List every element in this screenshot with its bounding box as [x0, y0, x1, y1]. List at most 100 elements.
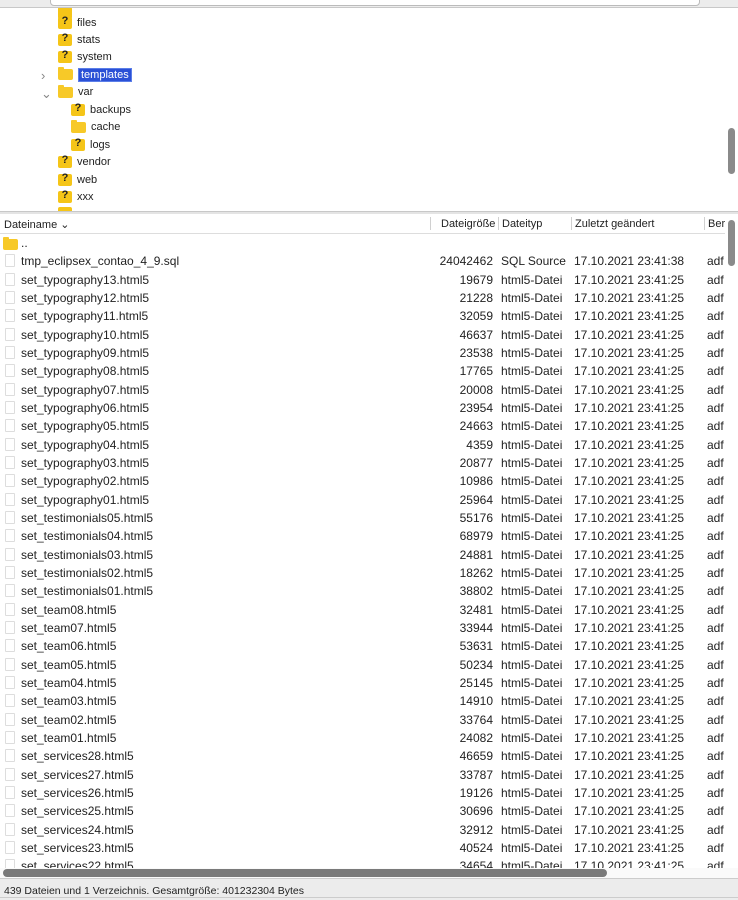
file-type: html5-Datei	[501, 822, 563, 837]
file-own: adf	[707, 382, 724, 397]
tree-item-web[interactable]: web	[58, 171, 97, 188]
file-row[interactable]: set_typography11.html5 32059 html5-Datei 17…	[0, 307, 725, 325]
file-date: 17.10.2021 23:41:25	[574, 657, 685, 672]
file-row[interactable]: set_testimonials04.html5 68979 html5-Datei…	[0, 527, 725, 545]
remote-path-input[interactable]	[50, 0, 700, 6]
file-row[interactable]: set_services22.html5 34654 html5-Datei 17.1…	[0, 857, 725, 868]
file-row[interactable]: set_testimonials01.html5 38802 html5-Datei…	[0, 582, 725, 600]
column-divider[interactable]	[704, 217, 705, 230]
file-row[interactable]: set_team07.html5 33944 html5-Datei 17.10.20…	[0, 619, 725, 637]
tree-item-templates[interactable]: templates	[58, 66, 132, 83]
file-row[interactable]: set_services27.html5 33787 html5-Datei 17.1…	[0, 766, 725, 784]
file-name: set_typography04.html5	[21, 437, 150, 452]
file-row[interactable]: set_services24.html5 32912 html5-Datei 17.1…	[0, 821, 725, 839]
file-row[interactable]: set_testimonials03.html5 24881 html5-Datei…	[0, 546, 725, 564]
file-date: 17.10.2021 23:41:25	[574, 290, 685, 305]
file-date: 17.10.2021 23:41:25	[574, 804, 685, 819]
file-row[interactable]: set_typography04.html5 4359 html5-Datei 17.…	[0, 436, 725, 454]
file-own: adf	[707, 474, 724, 489]
column-header-modified[interactable]: Zuletzt geändert	[575, 218, 655, 230]
file-type: html5-Datei	[501, 327, 563, 342]
file-row[interactable]: set_services25.html5 30696 html5-Datei 17.1…	[0, 802, 725, 820]
tree-item-label: web	[77, 173, 98, 186]
file-name: set_team04.html5	[21, 675, 117, 690]
file-own: adf	[707, 730, 724, 745]
file-date: 17.10.2021 23:41:25	[574, 437, 685, 452]
file-row[interactable]: set_typography05.html5 24663 html5-Datei 17…	[0, 417, 725, 435]
column-divider[interactable]	[430, 217, 431, 230]
file-date: 17.10.2021 23:41:25	[574, 382, 685, 397]
file-size: 32912	[459, 822, 493, 837]
file-date: 17.10.2021 23:41:25	[574, 639, 685, 654]
chevron-right-icon[interactable]: ›	[41, 68, 45, 83]
tree-item-label: templates	[78, 67, 132, 82]
file-row[interactable]: set_typography13.html5 19679 html5-Datei 17…	[0, 271, 725, 289]
remote-directory-tree: files stats system templates › var ⌄ backups cac…	[0, 8, 738, 212]
file-type: html5-Datei	[501, 767, 563, 782]
file-row[interactable]: set_typography08.html5 17765 html5-Datei 17…	[0, 362, 725, 380]
horizontal-scrollbar[interactable]	[0, 868, 738, 878]
file-name: set_testimonials01.html5	[21, 584, 154, 599]
tree-item-stats[interactable]: stats	[58, 31, 100, 48]
column-header-size[interactable]: Dateigröße	[441, 218, 495, 230]
file-date: 17.10.2021 23:41:25	[574, 327, 685, 342]
file-row[interactable]: set_typography06.html5 23954 html5-Datei 17…	[0, 399, 725, 417]
column-divider[interactable]	[571, 217, 572, 230]
file-row[interactable]: set_typography02.html5 10986 html5-Datei 17…	[0, 472, 725, 490]
file-name: set_team01.html5	[21, 730, 117, 745]
file-date: 17.10.2021 23:41:25	[574, 547, 685, 562]
file-row[interactable]: set_typography01.html5 25964 html5-Datei 17…	[0, 491, 725, 509]
file-icon	[5, 327, 15, 341]
file-name: set_typography06.html5	[21, 400, 150, 415]
tree-scrollbar[interactable]	[728, 128, 735, 174]
file-own: adf	[707, 547, 724, 562]
file-row[interactable]: set_typography12.html5 21228 html5-Datei 17…	[0, 289, 725, 307]
tree-item-logs[interactable]: logs	[71, 136, 110, 153]
file-row[interactable]: set_team06.html5 53631 html5-Datei 17.10.20…	[0, 637, 725, 655]
file-own: adf	[707, 767, 724, 782]
column-divider[interactable]	[498, 217, 499, 230]
file-row[interactable]: set_typography03.html5 20877 html5-Datei 17…	[0, 454, 725, 472]
tree-item-var[interactable]: var	[58, 84, 93, 101]
tree-item-vendor[interactable]: vendor	[58, 154, 111, 171]
file-row[interactable]: set_typography10.html5 46637 html5-Datei 17…	[0, 326, 725, 344]
unknown-folder-icon	[58, 49, 72, 64]
file-row[interactable]: set_typography09.html5 23538 html5-Datei 17…	[0, 344, 725, 362]
file-icon	[5, 822, 15, 836]
file-row[interactable]: set_team05.html5 50234 html5-Datei 17.10.20…	[0, 656, 725, 674]
file-row[interactable]: set_services23.html5 40524 html5-Datei 17.1…	[0, 839, 725, 857]
file-row[interactable]: set_team02.html5 33764 html5-Datei 17.10.20…	[0, 711, 725, 729]
file-type: html5-Datei	[501, 602, 563, 617]
tree-item-xxx[interactable]: xxx	[58, 189, 94, 206]
file-row[interactable]: set_team08.html5 32481 html5-Datei 17.10.20…	[0, 601, 725, 619]
file-row[interactable]: set_team01.html5 24082 html5-Datei 17.10.20…	[0, 729, 725, 747]
file-row[interactable]: set_team03.html5 14910 html5-Datei 17.10.20…	[0, 692, 725, 710]
file-row[interactable]: set_services26.html5 19126 html5-Datei 17.1…	[0, 784, 725, 802]
file-row[interactable]: set_testimonials02.html5 18262 html5-Datei…	[0, 564, 725, 582]
file-row[interactable]: set_services28.html5 46659 html5-Datei 17.1…	[0, 747, 725, 765]
file-type: html5-Datei	[501, 290, 563, 305]
file-date: 17.10.2021 23:41:25	[574, 474, 685, 489]
file-row[interactable]: set_team04.html5 25145 html5-Datei 17.10.20…	[0, 674, 725, 692]
file-row[interactable]: set_typography07.html5 20008 html5-Datei 17…	[0, 381, 725, 399]
file-size: 24881	[459, 547, 493, 562]
file-size: 19126	[459, 785, 493, 800]
column-header-owner[interactable]: Ber	[708, 218, 725, 230]
file-row[interactable]: tmp_eclipsex_contao_4_9.sql 24042462 SQL S…	[0, 252, 725, 270]
tree-item-cache[interactable]: cache	[71, 119, 120, 136]
column-header-name[interactable]: Dateiname ⌄	[4, 218, 69, 231]
chevron-down-icon[interactable]: ⌄	[41, 86, 52, 102]
file-row[interactable]: set_testimonials05.html5 55176 html5-Datei…	[0, 509, 725, 527]
tree-item-files[interactable]: files	[58, 14, 97, 31]
tree-item-backups[interactable]: backups	[71, 101, 131, 118]
parent-directory-row[interactable]: ..	[0, 234, 725, 252]
file-own: adf	[707, 694, 724, 709]
column-header-type[interactable]: Dateityp	[502, 218, 542, 230]
tree-item-system[interactable]: system	[58, 49, 112, 66]
file-name: set_typography10.html5	[21, 327, 150, 342]
file-list-scrollbar[interactable]	[728, 220, 735, 266]
file-type: html5-Datei	[501, 785, 563, 800]
scrollbar-thumb[interactable]	[3, 869, 607, 877]
file-size: 20877	[459, 455, 493, 470]
file-icon	[5, 309, 15, 323]
